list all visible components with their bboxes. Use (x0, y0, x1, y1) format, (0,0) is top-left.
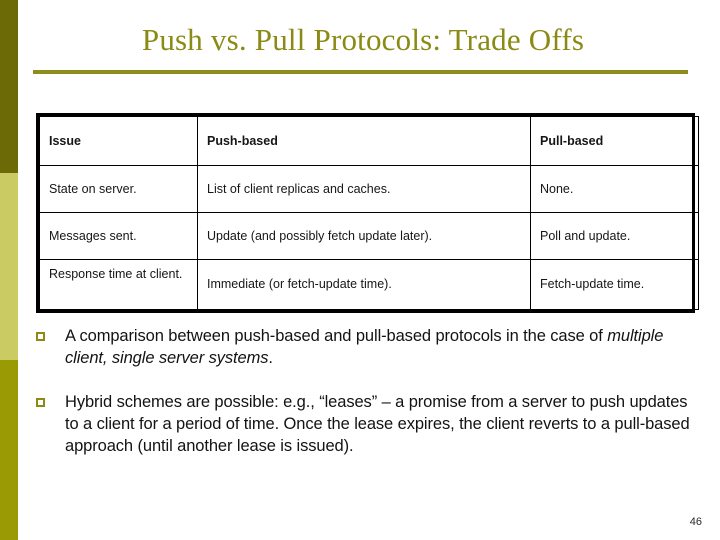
title-underline-rule (33, 70, 688, 74)
square-bullet-icon (36, 398, 45, 407)
comparison-table-container: Issue Push-based Pull-based State on ser… (36, 113, 699, 313)
accent-bar-segment-top (0, 0, 18, 173)
table-cell-pull: Fetch-update time. (530, 259, 699, 310)
table-cell-push: Update (and possibly fetch update later)… (197, 212, 531, 260)
page-number: 46 (689, 516, 702, 528)
bullet-text: A comparison between push-based and pull… (65, 325, 696, 369)
bullet-text-plain-lead: A comparison between push-based and pull… (65, 327, 608, 345)
table-cell-pull: Poll and update. (530, 212, 699, 260)
table-header-row: Issue Push-based Pull-based (39, 116, 699, 166)
table-cell-push: Immediate (or fetch-update time). (197, 259, 531, 310)
table-header-pull-based: Pull-based (530, 116, 699, 166)
table-header-push-based: Push-based (197, 116, 531, 166)
table-cell-issue: Messages sent. (39, 212, 198, 260)
table-cell-pull: None. (530, 165, 699, 213)
table-row: State on server. List of client replicas… (39, 165, 699, 213)
comparison-table: Issue Push-based Pull-based State on ser… (39, 116, 699, 310)
table-cell-issue: Response time at client. (39, 259, 198, 310)
list-item: A comparison between push-based and pull… (36, 325, 696, 369)
accent-bar-segment-bottom (0, 360, 18, 540)
table-row: Response time at client. Immediate (or f… (39, 259, 699, 310)
bullet-text-plain-tail: . (268, 349, 273, 367)
bullet-list: A comparison between push-based and pull… (36, 325, 696, 479)
list-item: Hybrid schemes are possible: e.g., “leas… (36, 391, 696, 457)
square-bullet-icon (36, 332, 45, 341)
table-row: Messages sent. Update (and possibly fetc… (39, 212, 699, 260)
table-cell-push: List of client replicas and caches. (197, 165, 531, 213)
accent-bar-segment-middle (0, 173, 18, 360)
bullet-text: Hybrid schemes are possible: e.g., “leas… (65, 391, 696, 457)
slide-title: Push vs. Pull Protocols: Trade Offs (141, 22, 585, 57)
slide-accent-bar (0, 0, 18, 540)
bullet-text-plain-lead: Hybrid schemes are possible: e.g., “leas… (65, 393, 690, 455)
table-header-issue: Issue (39, 116, 198, 166)
table-cell-issue: State on server. (39, 165, 198, 213)
